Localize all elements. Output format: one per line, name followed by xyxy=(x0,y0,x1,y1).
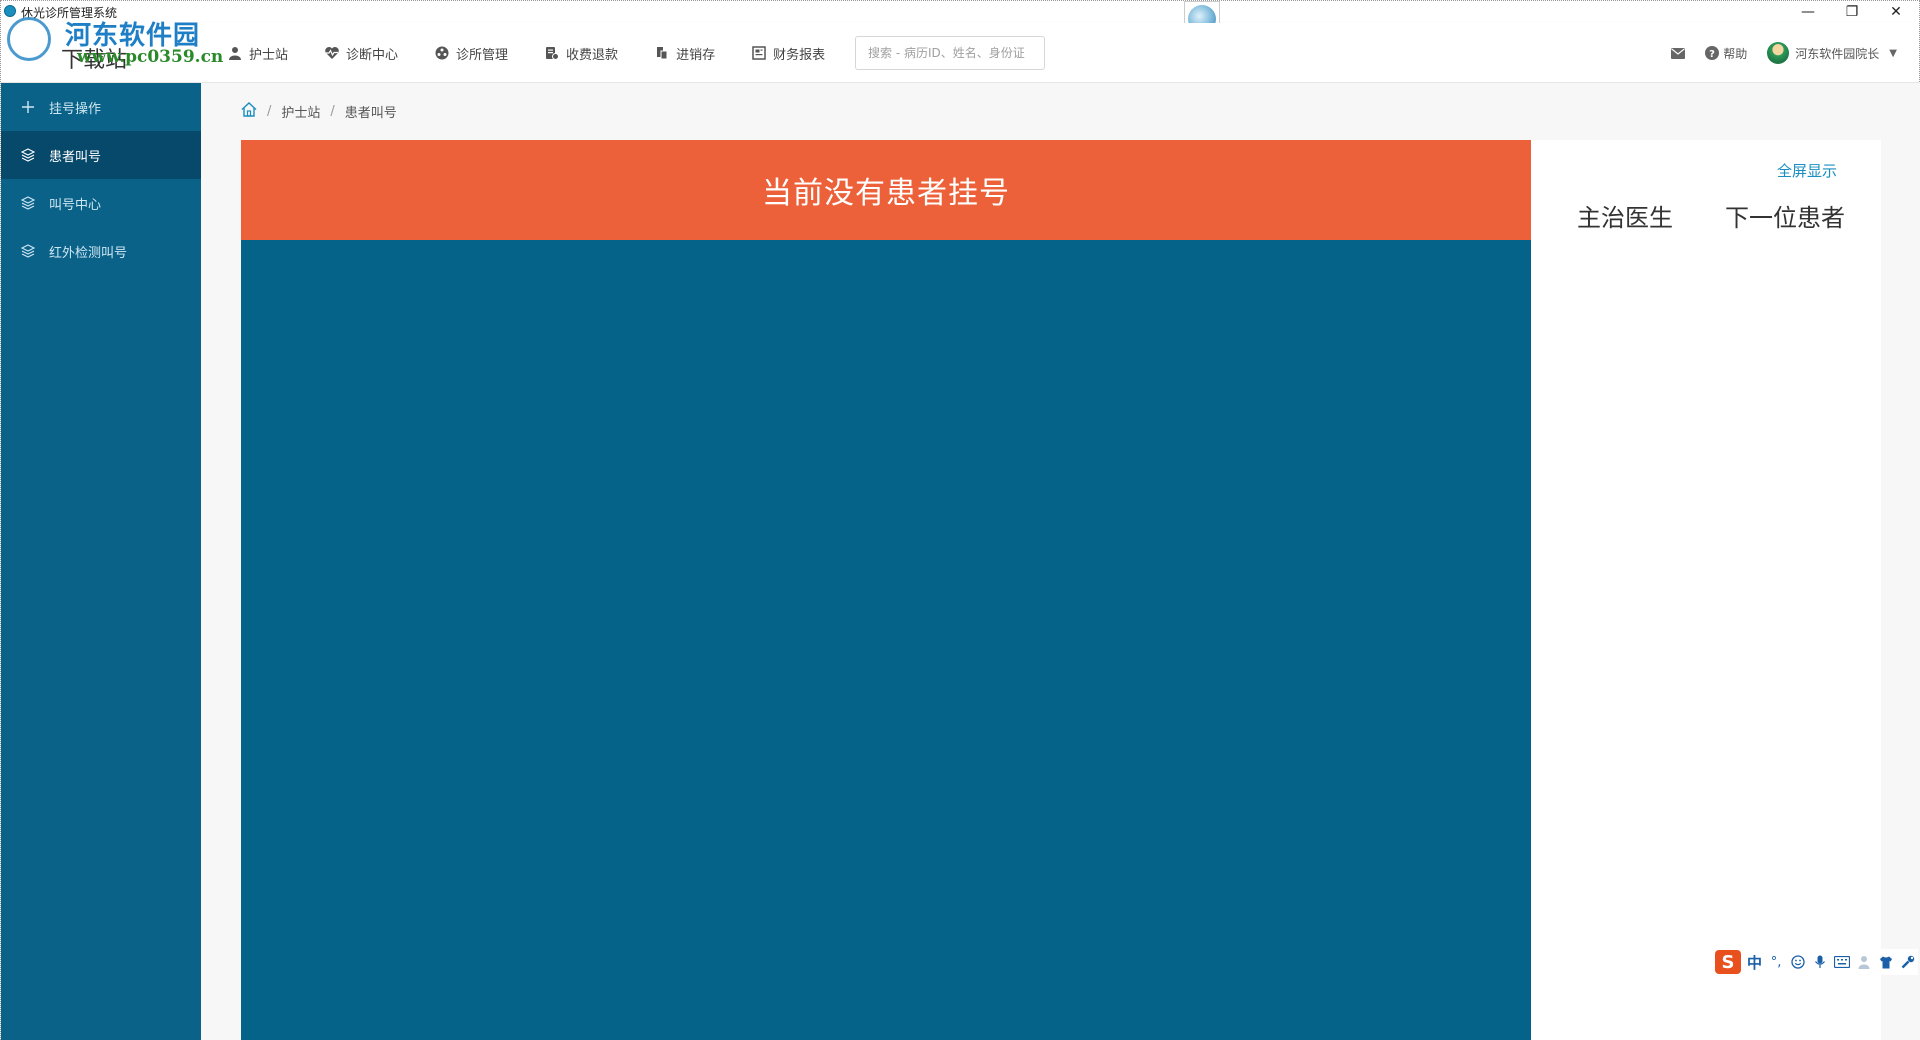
chevron-down-icon: ▼ xyxy=(1889,47,1897,59)
menu-item-label: 诊所管理 xyxy=(456,47,509,63)
help-icon: ? xyxy=(1705,46,1720,60)
microphone-icon[interactable] xyxy=(1812,954,1828,970)
user-icon[interactable] xyxy=(1856,954,1872,970)
menu-item-billing-refund[interactable]: 收费退款 xyxy=(544,23,618,83)
report-icon xyxy=(751,45,767,61)
fullscreen-link[interactable]: 全屏显示 xyxy=(1777,160,1837,181)
ime-punctuation[interactable]: °, xyxy=(1768,954,1784,970)
menu-item-label: 护士站 xyxy=(249,47,289,63)
menu-item-diagnosis-center[interactable]: 诊断中心 xyxy=(324,23,398,83)
menu-item-label: 诊断中心 xyxy=(346,47,399,63)
call-status-message: 当前没有患者挂号 xyxy=(762,176,1010,211)
sidebar-item-patient-call[interactable]: 患者叫号 xyxy=(1,131,201,179)
minimize-button[interactable]: — xyxy=(1799,3,1817,21)
mail-icon[interactable] xyxy=(1671,47,1686,59)
menu-item-label: 收费退款 xyxy=(566,47,619,63)
help-label: 帮助 xyxy=(1723,46,1748,61)
sidebar-item-label: 患者叫号 xyxy=(49,149,102,165)
user-name: 河东软件园院长 xyxy=(1795,46,1880,61)
sidebar-item-call-center[interactable]: 叫号中心 xyxy=(1,179,201,227)
sidebar-item-label: 叫号中心 xyxy=(49,197,102,213)
inventory-icon xyxy=(654,45,670,61)
user-menu[interactable]: 河东软件园院长 ▼ xyxy=(1767,42,1897,64)
menu-item-label: 进销存 xyxy=(676,47,716,63)
layers-icon xyxy=(21,148,35,162)
sidebar-item-label: 挂号操作 xyxy=(49,101,102,117)
close-button[interactable]: ✕ xyxy=(1887,3,1905,21)
menu-item-financial-reports[interactable]: 财务报表 xyxy=(751,23,825,83)
attending-doctor-title: 主治医生 xyxy=(1577,204,1673,232)
menu-item-clinic-management[interactable]: 诊所管理 xyxy=(434,23,508,83)
top-navigation: 护士站 诊断中心 诊所管理 收费退款 进销存 财务报表 搜索 - 病历ID、姓名… xyxy=(1,23,1919,83)
menu-item-inventory[interactable]: 进销存 xyxy=(654,23,715,83)
home-icon[interactable] xyxy=(241,101,257,121)
next-patient-title: 下一位患者 xyxy=(1725,204,1845,232)
sogou-logo-icon[interactable]: S xyxy=(1715,950,1741,974)
plus-icon xyxy=(21,100,35,114)
layers-icon xyxy=(21,196,35,210)
sidebar: 挂号操作 患者叫号 叫号中心 红外检测叫号 xyxy=(1,83,201,1040)
wrench-icon[interactable] xyxy=(1900,954,1916,970)
layers-icon xyxy=(21,244,35,258)
watermark-emblem xyxy=(7,17,51,61)
sidebar-item-infrared-call[interactable]: 红外检测叫号 xyxy=(1,227,201,275)
search-input[interactable] xyxy=(855,36,1045,70)
queue-side-panel: 全屏显示 主治医生 下一位患者 xyxy=(1531,140,1881,1040)
keyboard-icon[interactable] xyxy=(1834,954,1851,970)
app-window: 休光诊所管理系统 — ❐ ✕ 护士站 诊断中心 诊所管理 收费退款 进销存 财务… xyxy=(0,0,1920,1040)
skin-shirt-icon[interactable] xyxy=(1878,954,1894,970)
restore-button[interactable]: ❐ xyxy=(1843,3,1861,21)
breadcrumb: / 护士站 / 患者叫号 xyxy=(241,101,397,121)
menu-item-label: 财务报表 xyxy=(773,47,826,63)
breadcrumb-item-nurse-station[interactable]: 护士站 xyxy=(281,102,320,121)
menu-item-nurse-station[interactable]: 护士站 xyxy=(227,23,288,83)
settings-wheel-icon xyxy=(434,45,450,61)
emoji-icon[interactable] xyxy=(1790,954,1806,970)
window-controls: — ❐ ✕ xyxy=(1799,1,1905,23)
breadcrumb-separator: / xyxy=(267,103,272,119)
call-status-banner: 当前没有患者挂号 xyxy=(241,140,1531,240)
breadcrumb-separator: / xyxy=(330,103,335,119)
ime-toolbar: S 中 °, xyxy=(1713,949,1919,975)
call-display-panel: 当前没有患者挂号 xyxy=(241,140,1531,1040)
heartbeat-icon xyxy=(324,45,340,61)
sidebar-item-registration[interactable]: 挂号操作 xyxy=(1,83,201,131)
header-tools: ? 帮助 河东软件园院长 ▼ xyxy=(1651,23,1897,83)
window-titlebar: 休光诊所管理系统 — ❐ ✕ xyxy=(1,1,1919,23)
sidebar-item-label: 红外检测叫号 xyxy=(49,245,128,261)
watermark-logo: 河东软件园 下载站 www.pc0359.cn xyxy=(5,13,223,73)
queue-column-titles: 主治医生 下一位患者 xyxy=(1577,198,1845,233)
help-button[interactable]: ? 帮助 xyxy=(1705,45,1747,62)
main-content: / 护士站 / 患者叫号 当前没有患者挂号 全屏显示 主治医生 下一位患者 xyxy=(201,83,1920,1040)
billing-icon xyxy=(544,45,560,61)
nurse-icon xyxy=(227,45,243,61)
watermark-url: www.pc0359.cn xyxy=(77,47,224,67)
main-menu: 护士站 诊断中心 诊所管理 收费退款 进销存 财务报表 xyxy=(227,23,861,83)
avatar xyxy=(1767,42,1790,64)
ime-mode[interactable]: 中 xyxy=(1747,952,1762,973)
breadcrumb-item-patient-call: 患者叫号 xyxy=(344,105,397,121)
svg-text:?: ? xyxy=(1709,49,1715,60)
